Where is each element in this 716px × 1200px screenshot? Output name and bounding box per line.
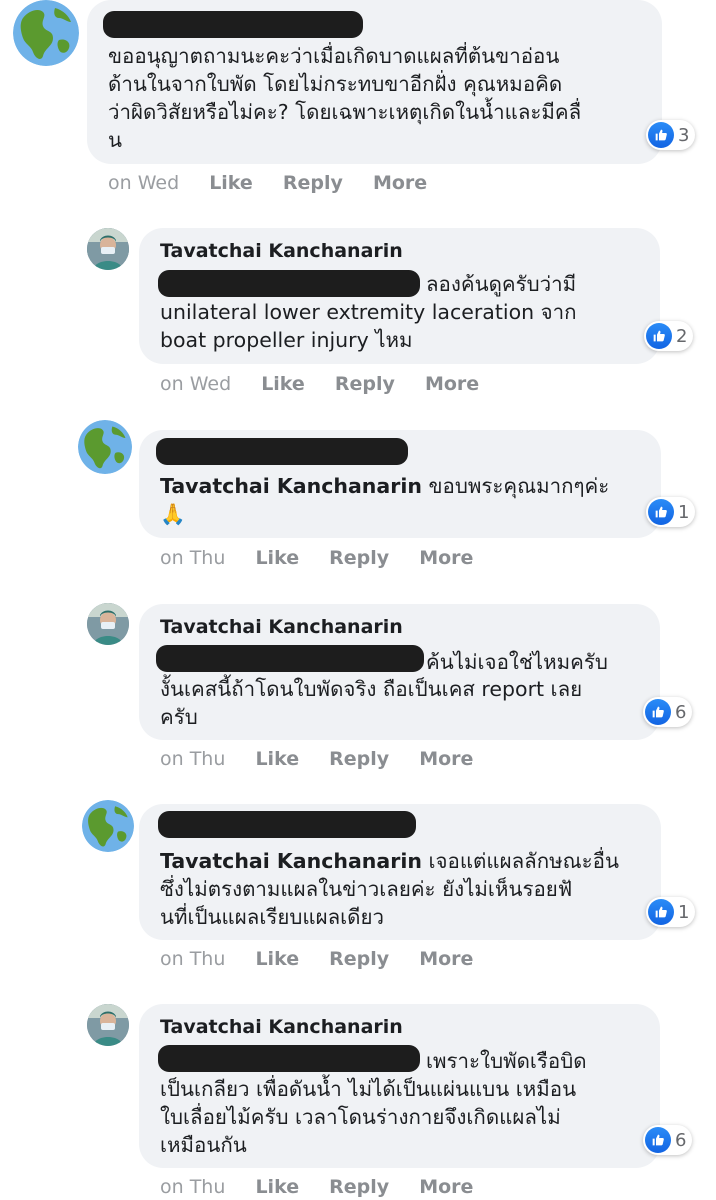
comment-text-line: Tavatchai Kanchanarin ขอบพระคุณมากๆค่ะ — [160, 472, 609, 500]
timestamp[interactable]: on Wed — [160, 373, 231, 395]
comment-text-line: ลองค้นดูครับว่ามี — [426, 272, 577, 296]
mention-link[interactable]: Tavatchai Kanchanarin — [160, 474, 422, 498]
more-button[interactable]: More — [419, 1176, 473, 1198]
comment-text-line: ขออนุญาตถามนะคะว่าเมื่อเกิดบาดแผลที่ต้นข… — [108, 44, 560, 68]
comment-text-line: น — [108, 128, 123, 152]
redacted-mention — [158, 1045, 420, 1072]
reaction-count: 1 — [678, 901, 690, 923]
reaction-count-badge[interactable]: 1 — [646, 497, 696, 527]
thumbs-up-icon — [648, 499, 674, 525]
reply-button[interactable]: Reply — [329, 547, 389, 569]
like-button[interactable]: Like — [255, 748, 299, 770]
reaction-count: 1 — [678, 501, 690, 523]
reaction-count: 6 — [675, 701, 687, 723]
mention-link[interactable]: Tavatchai Kanchanarin — [160, 849, 422, 873]
comment-text-line: เป็นเกลียว เพื่อดันน้ำ ไม่ได้เป็นแผ่นแบน… — [160, 1077, 577, 1101]
comment-author[interactable]: Tavatchai Kanchanarin — [160, 616, 403, 638]
thumbs-up-icon — [645, 699, 671, 725]
comment-text-line: ว่าผิดวิสัยหรือไม่คะ? โดยเฉพาะเหตุเกิดใน… — [108, 100, 582, 124]
timestamp[interactable]: on Thu — [160, 547, 225, 569]
reaction-count: 2 — [676, 325, 688, 347]
reaction-count-badge[interactable]: 1 — [646, 897, 696, 927]
timestamp[interactable]: on Thu — [160, 948, 225, 970]
reply-button[interactable]: Reply — [329, 1176, 389, 1198]
comment-actions: on Thu Like Reply More — [160, 547, 473, 569]
comment-actions: on Wed Like Reply More — [160, 373, 479, 395]
avatar-globe-icon[interactable] — [13, 0, 79, 66]
comment-text-line: ด้านในจากใบพัด โดยไม่กระทบขาอีกฝั่ง คุณห… — [108, 72, 563, 96]
comment-text-line: Tavatchai Kanchanarin เจอแต่แผลลักษณะอื่… — [160, 847, 619, 875]
comment-text-line: เหมือนกัน — [160, 1133, 247, 1157]
more-button[interactable]: More — [419, 547, 473, 569]
comment-actions: on Wed Like Reply More — [108, 172, 427, 194]
avatar-person-photo[interactable] — [87, 1004, 129, 1046]
comment-text-line: ค้นไม่เจอใช่ไหมครับ — [426, 650, 608, 674]
like-button[interactable]: Like — [255, 1176, 299, 1198]
like-button[interactable]: Like — [255, 547, 299, 569]
pray-emoji: 🙏 — [160, 502, 186, 526]
avatar-globe-icon[interactable] — [82, 800, 134, 852]
reaction-count: 3 — [678, 124, 690, 146]
redacted-author-name — [158, 811, 416, 838]
reply-button[interactable]: Reply — [283, 172, 343, 194]
reply-button[interactable]: Reply — [329, 948, 389, 970]
comment-text-line: ครับ — [160, 705, 198, 729]
like-button[interactable]: Like — [209, 172, 253, 194]
thumbs-up-icon — [646, 323, 672, 349]
timestamp[interactable]: on Thu — [160, 1176, 225, 1198]
more-button[interactable]: More — [419, 948, 473, 970]
redacted-mention — [156, 645, 424, 672]
reaction-count-badge[interactable]: 6 — [643, 697, 693, 727]
more-button[interactable]: More — [419, 748, 473, 770]
comment-text-line: unilateral lower extremity laceration จา… — [160, 300, 577, 324]
thumbs-up-icon — [645, 1127, 671, 1153]
reaction-count-badge[interactable]: 2 — [644, 321, 694, 351]
comment-text-line: ซึ่งไม่ตรงตามแผลในข่าวเลยค่ะ ยังไม่เห็นร… — [160, 877, 573, 901]
like-button[interactable]: Like — [261, 373, 305, 395]
comment-text-line: งั้นเคสนี้ถ้าโดนใบพัดจริง ถือเป็นเคส rep… — [160, 677, 583, 701]
thumbs-up-icon — [648, 899, 674, 925]
comment-actions: on Thu Like Reply More — [160, 748, 473, 770]
reaction-count-badge[interactable]: 3 — [646, 120, 696, 150]
reply-button[interactable]: Reply — [335, 373, 395, 395]
comment-author[interactable]: Tavatchai Kanchanarin — [160, 240, 403, 262]
reaction-count-badge[interactable]: 6 — [643, 1125, 693, 1155]
reaction-count: 6 — [675, 1129, 687, 1151]
comment-text-line: เพราะใบพัดเรือบิด — [426, 1049, 587, 1073]
more-button[interactable]: More — [373, 172, 427, 194]
like-button[interactable]: Like — [255, 948, 299, 970]
timestamp[interactable]: on Thu — [160, 748, 225, 770]
comment-text-line: นที่เป็นแผลเรียบแผลเดียว — [160, 905, 385, 929]
reply-button[interactable]: Reply — [329, 748, 389, 770]
comment-text: เจอแต่แผลลักษณะอื่น — [428, 849, 620, 873]
timestamp[interactable]: on Wed — [108, 172, 179, 194]
redacted-author-name — [103, 11, 363, 38]
thumbs-up-icon — [648, 122, 674, 148]
avatar-globe-icon[interactable] — [78, 420, 132, 474]
comment-text-line: ใบเลื่อยไม้ครับ เวลาโดนร่างกายจึงเกิดแผล… — [160, 1105, 561, 1129]
more-button[interactable]: More — [425, 373, 479, 395]
comment-author[interactable]: Tavatchai Kanchanarin — [160, 1016, 403, 1038]
redacted-author-name — [156, 438, 408, 465]
comment-text-line: boat propeller injury ไหม — [160, 328, 413, 352]
avatar-person-photo[interactable] — [87, 228, 129, 270]
comment-actions: on Thu Like Reply More — [160, 1176, 473, 1198]
avatar-person-photo[interactable] — [87, 603, 129, 645]
comment-actions: on Thu Like Reply More — [160, 948, 473, 970]
comment-text: ขอบพระคุณมากๆค่ะ — [428, 474, 610, 498]
redacted-mention — [158, 270, 420, 297]
